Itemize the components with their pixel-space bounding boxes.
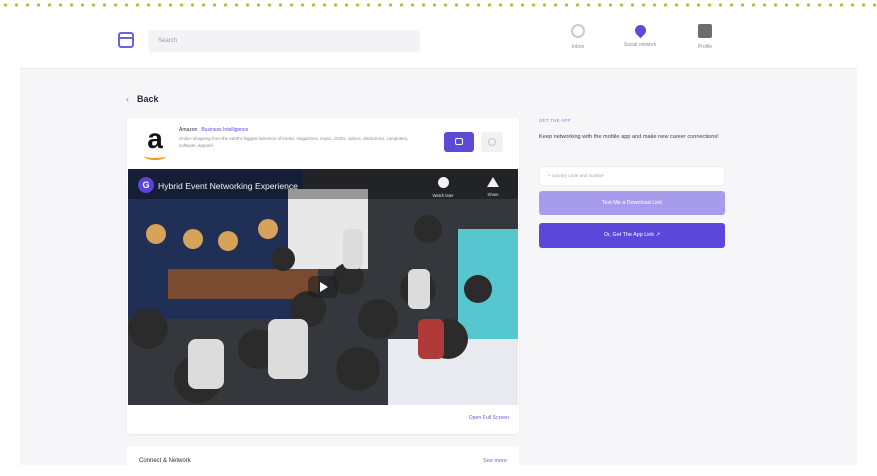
amazon-logo-letter: a	[147, 123, 163, 154]
amazon-logo: a	[140, 123, 170, 160]
nav-profile-label: Profile	[697, 44, 713, 50]
video-player[interactable]: G Hybrid Event Networking Experience Wat…	[128, 169, 518, 405]
text-download-link-button[interactable]: Text Me a Download Link	[539, 191, 725, 215]
message-button[interactable]	[444, 132, 474, 152]
calendar-logo-icon[interactable]	[118, 32, 134, 48]
nav-social-network[interactable]: Social network	[612, 22, 668, 48]
company-name[interactable]: Amazon	[179, 127, 197, 133]
get-app-description: Keep networking with the mobile app and …	[539, 134, 719, 140]
share-button[interactable]: Share	[478, 177, 508, 197]
share-icon	[487, 177, 499, 187]
top-accent-dots	[0, 2, 877, 8]
profile-avatar-icon	[698, 24, 712, 38]
get-app-heading: GET THE APP	[539, 118, 571, 123]
company-description: Online shopping from the earth's biggest…	[179, 136, 409, 148]
share-label: Share	[487, 192, 499, 197]
top-navigation-bar: Search Inbox Social network Profile	[0, 10, 877, 68]
chat-icon	[571, 24, 585, 38]
play-button[interactable]	[308, 276, 338, 298]
nav-inbox-label: Inbox	[571, 44, 585, 50]
nav-profile[interactable]: Profile	[677, 24, 733, 50]
watch-later-button[interactable]: Watch later	[428, 177, 458, 198]
clock-icon	[437, 177, 449, 188]
back-label: Back	[137, 94, 159, 104]
channel-avatar[interactable]: G	[138, 177, 154, 193]
nav-inbox[interactable]: Inbox	[550, 24, 606, 50]
search-input[interactable]: Search	[148, 30, 420, 52]
next-section-link[interactable]: See more	[483, 458, 507, 464]
location-pin-icon	[632, 22, 648, 39]
next-section-title: Connect & Network	[139, 458, 191, 464]
amazon-smile-icon	[144, 152, 166, 160]
next-section-card: Connect & Network See more	[127, 446, 519, 476]
open-full-screen-link[interactable]: Open Full Screen	[469, 415, 509, 421]
watch-later-label: Watch later	[432, 193, 454, 198]
get-app-link-button[interactable]: Or, Get The App Link ↗	[539, 223, 725, 248]
save-button[interactable]	[481, 132, 503, 152]
chevron-left-icon: ‹	[126, 94, 129, 104]
back-link[interactable]: ‹ Back	[126, 94, 159, 104]
company-heading: Amazon Business Intelligence	[179, 127, 248, 133]
video-title[interactable]: Hybrid Event Networking Experience	[158, 181, 298, 191]
company-video-card: a Amazon Business Intelligence Online sho…	[127, 118, 519, 434]
nav-social-network-label: Social network	[623, 42, 657, 48]
company-role[interactable]: Business Intelligence	[201, 127, 248, 133]
phone-number-input[interactable]: + country code and number	[539, 166, 725, 186]
